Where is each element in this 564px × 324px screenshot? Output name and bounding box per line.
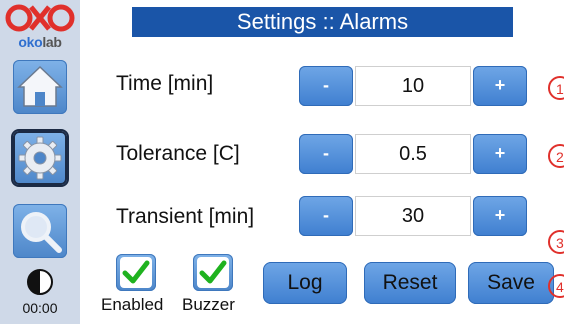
okolab-logo: okolab [0, 2, 80, 52]
tolerance-stepper: - 0.5 + [299, 134, 527, 174]
time-stepper: - 10 + [299, 66, 527, 106]
gear-icon [18, 136, 62, 180]
buzzer-checkbox[interactable] [193, 254, 233, 291]
annotation-marker-3: 3 [548, 230, 564, 254]
annotation-marker-2: 2 [548, 144, 564, 168]
transient-label: Transient [min] [116, 205, 255, 228]
time-decrement-button[interactable]: - [299, 66, 353, 106]
checkmark-icon [120, 257, 152, 288]
checkmark-icon [197, 257, 229, 288]
reset-button[interactable]: Reset [364, 262, 456, 304]
enabled-checkbox[interactable] [116, 254, 156, 291]
tolerance-value[interactable]: 0.5 [355, 134, 471, 174]
clock: 00:00 [22, 300, 58, 316]
alarm-settings-screen: okolab 00:00 Settings:: Alarms Time [mi… [0, 0, 564, 324]
tolerance-label: Tolerance [C] [116, 142, 240, 165]
transient-value[interactable]: 30 [355, 196, 471, 236]
home-icon [17, 65, 63, 107]
buzzer-label: Buzzer [182, 295, 235, 314]
contrast-icon[interactable] [26, 268, 54, 296]
transient-stepper: - 30 + [299, 196, 527, 236]
annotation-marker-1: 1 [548, 76, 564, 100]
enabled-label: Enabled [101, 295, 164, 314]
sidebar: okolab 00:00 [0, 0, 80, 324]
home-button[interactable] [13, 60, 67, 114]
page-title: Settings :: Alarms [132, 7, 513, 37]
settings-button[interactable] [13, 131, 67, 185]
magnifier-icon [21, 212, 62, 253]
save-button[interactable]: Save [468, 262, 554, 304]
tolerance-decrement-button[interactable]: - [299, 134, 353, 174]
time-label: Time [min] [116, 72, 214, 95]
time-value[interactable]: 10 [355, 66, 471, 106]
tolerance-increment-button[interactable]: + [473, 134, 527, 174]
log-button[interactable]: Log [263, 262, 347, 304]
search-button[interactable] [13, 204, 67, 258]
transient-decrement-button[interactable]: - [299, 196, 353, 236]
transient-increment-button[interactable]: + [473, 196, 527, 236]
time-increment-button[interactable]: + [473, 66, 527, 106]
